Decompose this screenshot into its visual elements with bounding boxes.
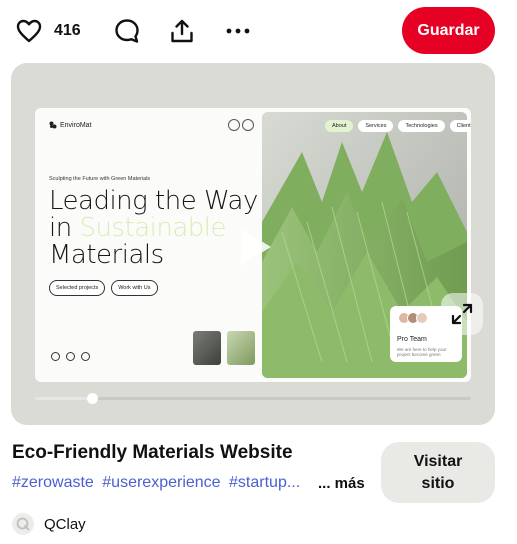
work-with-us-pill: Work with Us <box>111 280 158 296</box>
q-logo-icon <box>16 517 30 531</box>
site-headline: Leading the Way in Sustainable Materials <box>49 188 258 269</box>
expand-icon <box>451 303 473 325</box>
more-icon <box>226 28 250 34</box>
show-more-link[interactable]: ... más <box>318 475 365 492</box>
expand-button[interactable] <box>441 293 483 335</box>
pin-action-bar: 416 Guardar <box>0 0 517 62</box>
site-nav: About Services Technologies Clients <box>325 120 471 132</box>
leaf-logo-icon <box>49 121 57 129</box>
site-brand: EnviroMat <box>60 121 92 129</box>
video-progress-handle[interactable] <box>86 393 98 404</box>
social-icon-1 <box>51 352 60 361</box>
pin-media[interactable]: EnviroMat Sculpting the Future with Gree… <box>11 63 495 425</box>
team-text: We are here to help your project become … <box>397 347 447 357</box>
author-avatar <box>12 513 34 535</box>
pin-author[interactable]: QClay <box>12 513 86 535</box>
selected-projects-pill: Selected projects <box>49 280 106 296</box>
team-avatars <box>398 312 428 324</box>
social-icon-3 <box>81 352 90 361</box>
comment-icon <box>115 19 139 43</box>
save-button[interactable]: Guardar <box>402 7 495 54</box>
visit-site-button[interactable]: Visitar sitio <box>381 442 495 503</box>
site-social-icons <box>51 352 96 361</box>
site-nav-item: Services <box>358 120 394 132</box>
social-icon-2 <box>66 352 75 361</box>
headline-line-3: Materials <box>49 240 164 270</box>
headline-accent: Sustainable <box>79 213 226 243</box>
heart-icon <box>16 19 42 43</box>
more-options-button[interactable] <box>221 14 255 48</box>
comment-button[interactable] <box>110 14 144 48</box>
site-header-icons <box>228 119 256 131</box>
site-nav-item: Clients <box>449 120 471 132</box>
share-icon <box>171 19 193 43</box>
headline-line-2: in Sustainable <box>49 215 258 242</box>
like-count: 416 <box>54 22 81 39</box>
headline-line-1: Leading the Way <box>49 186 258 216</box>
product-thumbnail <box>227 331 255 365</box>
site-tagline: Sculpting the Future with Green Material… <box>49 176 151 182</box>
site-logo: EnviroMat <box>49 121 92 129</box>
like-button[interactable]: 416 <box>16 14 81 48</box>
team-title: Pro Team <box>397 336 427 343</box>
hashtag-link[interactable]: #zerowaste <box>12 474 94 491</box>
user-icon <box>228 119 240 131</box>
avatar <box>416 312 428 324</box>
author-name: QClay <box>44 515 86 533</box>
site-nav-item: About <box>325 120 354 132</box>
search-icon <box>242 119 254 131</box>
video-progress-bar[interactable] <box>35 393 471 404</box>
product-thumbnail <box>193 331 221 365</box>
headline-in: in <box>49 213 72 243</box>
hashtag-link[interactable]: #userexperience <box>102 474 220 491</box>
pin-tags: #zerowaste #userexperience #startup... <box>12 474 308 492</box>
site-nav-item: Technologies <box>398 120 445 132</box>
pin-title: Eco-Friendly Materials Website <box>12 442 293 463</box>
share-button[interactable] <box>165 14 199 48</box>
hashtag-link[interactable]: #startup... <box>229 474 300 491</box>
play-icon[interactable] <box>239 227 273 267</box>
video-progress-fill <box>35 397 92 400</box>
site-cta-row: Selected projects Work with Us <box>49 280 164 296</box>
